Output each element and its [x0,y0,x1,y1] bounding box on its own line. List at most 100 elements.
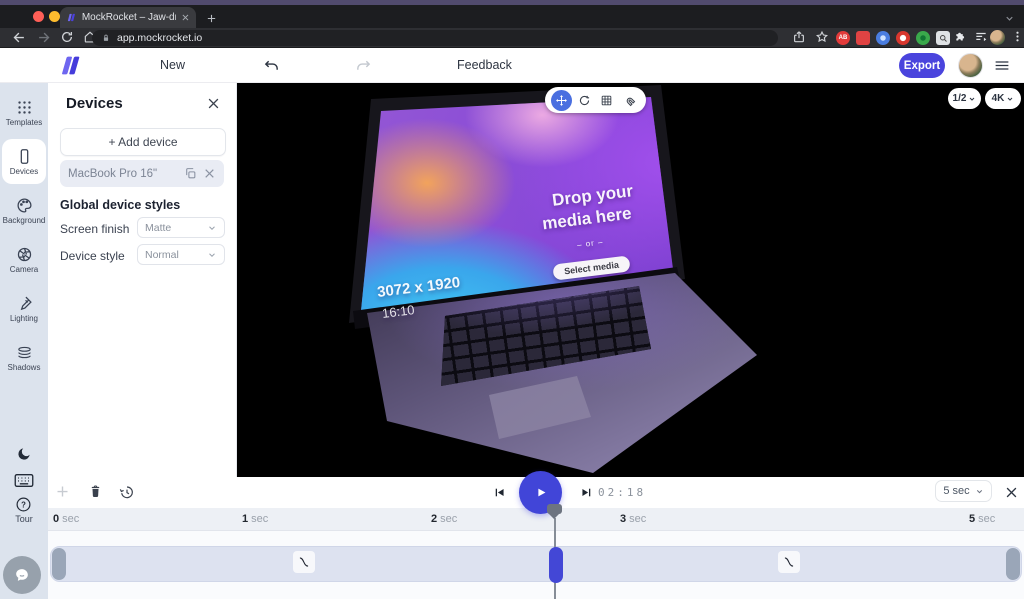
grid-icon [600,94,613,107]
chat-support-button[interactable] [3,556,41,594]
device-style-select[interactable]: Normal [137,244,225,265]
playhead-handle[interactable] [549,547,563,583]
screen-finish-label: Screen finish [60,222,129,236]
new-button[interactable]: New [160,58,185,72]
titlebar-chevron-icon[interactable] [1004,13,1015,24]
panel-close-icon[interactable] [206,96,221,111]
grid-tool-button[interactable] [596,90,617,111]
app-menu-icon[interactable] [993,57,1011,74]
ext-zoom-icon[interactable] [936,31,950,45]
undo-icon[interactable] [263,57,280,74]
chevron-down-icon [207,223,217,233]
export-button[interactable]: Export [899,53,945,78]
duplicate-device-icon[interactable] [184,167,197,180]
reload-icon[interactable] [60,30,74,44]
easing-curve-icon [297,555,311,569]
sidebar-item-templates[interactable]: Templates [2,90,46,135]
zoom-scale-pill[interactable]: 1/2 [948,88,981,109]
redo-icon[interactable] [355,57,372,74]
ext-blue-icon[interactable] [876,31,890,45]
move-tool-button[interactable] [551,90,572,111]
user-avatar[interactable] [958,53,983,78]
add-device-button[interactable]: + Add device [60,128,226,156]
tour-help-icon[interactable]: ? [15,496,32,513]
ext-green-icon[interactable] [916,31,930,45]
sidebar-item-shadows[interactable]: Shadows [2,335,46,380]
dark-mode-moon-icon[interactable] [16,446,32,462]
address-bar[interactable]: app.mockrocket.io [92,30,778,46]
ext-dot-icon[interactable] [896,31,910,45]
ext-red-icon[interactable] [856,31,870,45]
keyboard-shortcuts-icon[interactable] [14,473,34,488]
sidebar-item-camera[interactable]: Camera [2,237,46,282]
browser-menu-dots-icon[interactable] [1011,30,1024,43]
sidebar-item-background[interactable]: Background [2,188,46,233]
keyframe-easing-chip[interactable] [778,551,800,573]
share-icon[interactable] [792,30,806,44]
extensions-puzzle-icon[interactable] [954,30,968,44]
clip-bar[interactable] [50,546,1022,582]
browser-tab[interactable]: MockRocket – Jaw-dropping 3 [60,7,196,28]
duration-value: 5 sec [943,485,969,497]
bookmark-star-icon[interactable] [815,30,829,44]
ruler-tick: 1sec [242,513,268,525]
reading-list-icon[interactable] [974,30,988,44]
render-canvas[interactable]: Drop your media here – or – Select media… [237,83,1024,477]
remove-device-icon[interactable] [203,167,216,180]
ext-adblock-icon[interactable]: AB [836,31,850,45]
keyframe-easing-chip[interactable] [293,551,315,573]
magnet-icon [623,94,636,107]
ruler-tick: 3sec [620,513,646,525]
device-list-item[interactable]: MacBook Pro 16" [60,160,224,187]
browser-toolbar: app.mockrocket.io AB [0,28,1024,48]
chevron-down-icon [207,250,217,260]
history-icon[interactable] [118,484,134,500]
tour-label: Tour [0,514,48,524]
new-tab-icon[interactable] [206,13,217,24]
tab-title: MockRocket – Jaw-dropping 3 [82,12,176,23]
duration-select[interactable]: 5 sec [935,480,992,502]
add-keyframe-icon[interactable] [55,484,70,499]
move-icon [555,94,568,107]
timeline-close-icon[interactable] [1004,485,1019,500]
playhead-marker[interactable] [547,504,562,514]
back-icon[interactable] [12,30,27,45]
sidebar-label: Templates [6,118,42,127]
chevron-down-icon [1006,95,1014,103]
templates-grid-icon [16,99,33,116]
minimize-window-button[interactable] [49,11,60,22]
screen-finish-select[interactable]: Matte [137,217,225,238]
skip-start-icon[interactable] [493,486,506,499]
rotate-tool-button[interactable] [574,90,595,111]
zoom-scale-value: 1/2 [953,93,967,104]
chat-bubble-icon [12,565,32,585]
aperture-icon [16,246,33,263]
tab-close-icon[interactable] [181,13,190,22]
sidebar-nav: Templates Devices Background Camera Ligh… [0,83,48,599]
quality-pill[interactable]: 4K [985,88,1021,109]
snap-tool-button[interactable] [619,90,640,111]
svg-text:?: ? [21,500,26,509]
skip-end-icon[interactable] [580,486,593,499]
delete-icon[interactable] [88,484,103,499]
trim-handle-right[interactable] [1006,548,1020,580]
browser-profile-avatar[interactable] [990,30,1005,45]
panel-title: Devices [66,95,123,112]
close-window-button[interactable] [33,11,44,22]
trim-handle-left[interactable] [52,548,66,580]
mockrocket-logo[interactable] [58,53,83,78]
devices-panel: Devices + Add device MacBook Pro 16" Glo… [48,83,237,477]
shadow-layers-icon [16,344,33,361]
sidebar-item-lighting[interactable]: Lighting [2,286,46,331]
device-style-label: Device style [60,249,125,263]
forward-icon[interactable] [36,30,51,45]
global-styles-heading: Global device styles [60,198,180,212]
sidebar-item-devices[interactable]: Devices [2,139,46,184]
device-phone-icon [16,148,33,165]
easing-curve-icon [782,555,796,569]
quality-value: 4K [992,93,1005,104]
canvas-tools [545,87,646,113]
feedback-button[interactable]: Feedback [457,58,512,72]
playback-time: 02:18 [598,486,646,499]
palette-icon [16,197,33,214]
